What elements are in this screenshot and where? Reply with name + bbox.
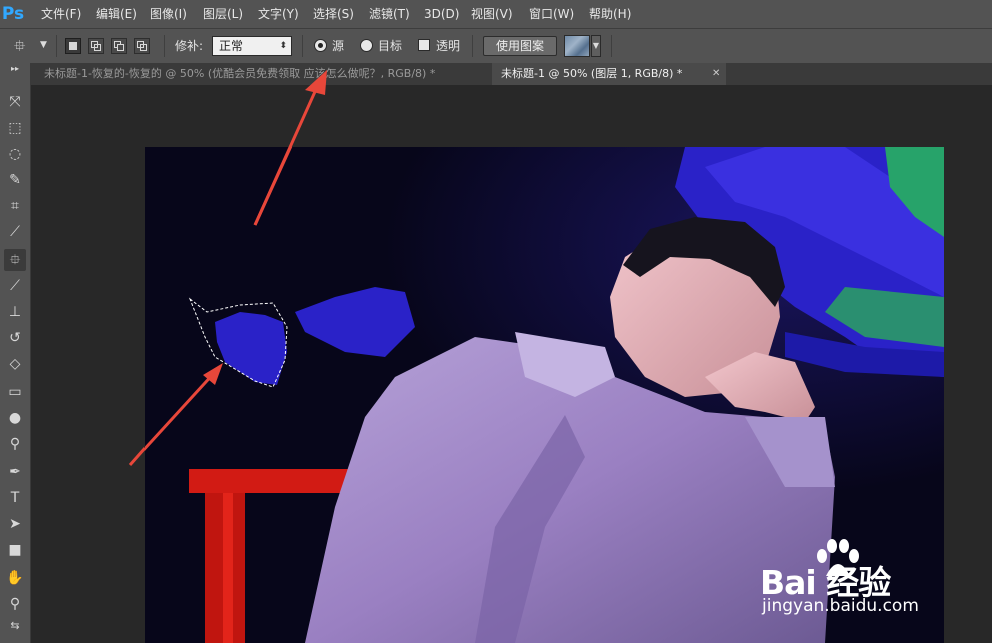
intersect-selection-button[interactable]	[134, 38, 150, 54]
menu-window[interactable]: 窗口(W)	[529, 0, 574, 28]
chevron-down-icon[interactable]: ▼	[40, 40, 47, 50]
select-arrows-icon: ⬍	[279, 41, 287, 51]
divider	[472, 35, 473, 57]
menu-view[interactable]: 视图(V)	[471, 0, 513, 28]
hand-icon[interactable]: ✋	[4, 567, 26, 589]
move-icon[interactable]: ⤧	[4, 91, 26, 113]
patch-mode-select[interactable]: 正常 ⬍	[212, 36, 292, 56]
clone-stamp-icon[interactable]: ⊥	[4, 301, 26, 323]
menu-bar: Ps 文件(F) 编辑(E) 图像(I) 图层(L) 文字(Y) 选择(S) 滤…	[0, 0, 992, 28]
pattern-swatch[interactable]	[564, 35, 590, 57]
menu-edit[interactable]: 编辑(E)	[96, 0, 137, 28]
photoshop-logo: Ps	[1, 4, 25, 24]
transparent-checkbox[interactable]	[418, 39, 430, 51]
blur-icon[interactable]: ●	[4, 407, 26, 429]
menu-filter[interactable]: 滤镜(T)	[369, 0, 410, 28]
tab-title: 未标题-1 @ 50% (图层 1, RGB/8) *	[501, 67, 683, 80]
tab-document-2[interactable]: 未标题-1 @ 50% (图层 1, RGB/8) *	[492, 63, 708, 85]
quick-selection-icon[interactable]: ✎	[4, 169, 26, 191]
document-tabs: 未标题-1-恢复的-恢复的 @ 50% (优酷会员免费领取 应该怎么做呢？, R…	[31, 63, 992, 85]
baidu-jingyan-watermark: Bai 经验 jingyan.baidu.com	[760, 538, 950, 628]
divider	[164, 35, 165, 57]
close-icon: ✕	[712, 68, 721, 79]
target-label: 目标	[378, 39, 403, 53]
menu-3d[interactable]: 3D(D)	[424, 0, 459, 28]
menu-layer[interactable]: 图层(L)	[203, 0, 243, 28]
rectangle-icon[interactable]: ■	[4, 539, 26, 561]
collapse-icon[interactable]: ▸▸	[4, 65, 26, 73]
subtract-from-selection-button[interactable]	[111, 38, 127, 54]
new-selection-button[interactable]	[65, 38, 81, 54]
type-icon[interactable]: T	[4, 487, 26, 509]
lasso-icon[interactable]: ◌	[4, 143, 26, 165]
path-selection-icon[interactable]: ➤	[4, 513, 26, 535]
menu-select[interactable]: 选择(S)	[313, 0, 354, 28]
eyedropper-icon[interactable]: ⟋	[4, 221, 26, 243]
divider	[56, 35, 57, 57]
patch-mode-value: 正常	[219, 39, 244, 53]
menu-file[interactable]: 文件(F)	[41, 0, 81, 28]
menu-type[interactable]: 文字(Y)	[258, 0, 299, 28]
patch-tool-icon[interactable]: ⯐	[4, 249, 26, 271]
use-pattern-button[interactable]: 使用图案	[483, 36, 557, 56]
tools-panel: ▸▸ ⤧ ⬚ ◌ ✎ ⌗ ⟋ ⯐ ⟋ ⊥ ↺ ◇ ▭ ● ⚲ ✒ T ➤ ■ ✋…	[0, 63, 31, 643]
transparent-label: 透明	[436, 39, 461, 53]
annotation-arrow-selection	[145, 370, 217, 451]
source-radio[interactable]	[314, 39, 327, 52]
annotation-arrow-up	[253, 147, 293, 226]
menu-image[interactable]: 图像(I)	[150, 0, 187, 28]
menu-help[interactable]: 帮助(H)	[589, 0, 631, 28]
tab-title: 未标题-1-恢复的-恢复的 @ 50% (优酷会员免费领取 应该怎么做呢？, R…	[44, 67, 436, 80]
marquee-icon[interactable]: ⬚	[4, 117, 26, 139]
gradient-icon[interactable]: ▭	[4, 381, 26, 403]
tab-document-2-close[interactable]: ✕	[708, 63, 726, 85]
pattern-chevron-icon[interactable]: ▼	[591, 35, 601, 57]
eraser-icon[interactable]: ◇	[4, 353, 26, 375]
add-to-selection-button[interactable]	[88, 38, 104, 54]
brush-icon[interactable]: ⟋	[4, 275, 26, 297]
swap-colors-icon[interactable]: ⇆	[4, 619, 26, 633]
divider	[302, 35, 303, 57]
pen-icon[interactable]: ✒	[4, 461, 26, 483]
zoom-icon[interactable]: ⚲	[4, 593, 26, 615]
history-brush-icon[interactable]: ↺	[4, 327, 26, 349]
tab-document-1[interactable]: 未标题-1-恢复的-恢复的 @ 50% (优酷会员免费领取 应该怎么做呢？, R…	[31, 63, 491, 85]
options-bar: ⯐ ▼ 修补: 正常 ⬍ 源 目标 透明 使用图案 ▼	[0, 28, 992, 64]
watermark-url: jingyan.baidu.com	[762, 596, 919, 616]
target-radio[interactable]	[360, 39, 373, 52]
divider	[611, 35, 612, 57]
source-label: 源	[332, 39, 345, 53]
patch-label: 修补:	[175, 39, 204, 53]
dodge-icon[interactable]: ⚲	[4, 433, 26, 455]
patch-tool-preset-icon[interactable]: ⯐	[14, 37, 32, 55]
crop-icon[interactable]: ⌗	[4, 195, 26, 217]
